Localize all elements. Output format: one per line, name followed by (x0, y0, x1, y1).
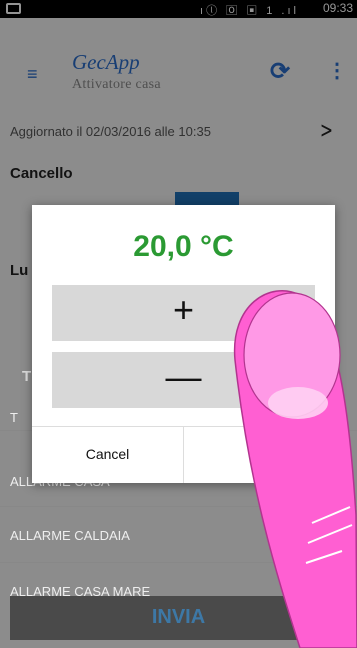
cancel-button[interactable]: Cancel (32, 446, 183, 462)
finger-touch-icon (233, 290, 357, 648)
temperature-value: 20,0 °C (133, 230, 234, 263)
